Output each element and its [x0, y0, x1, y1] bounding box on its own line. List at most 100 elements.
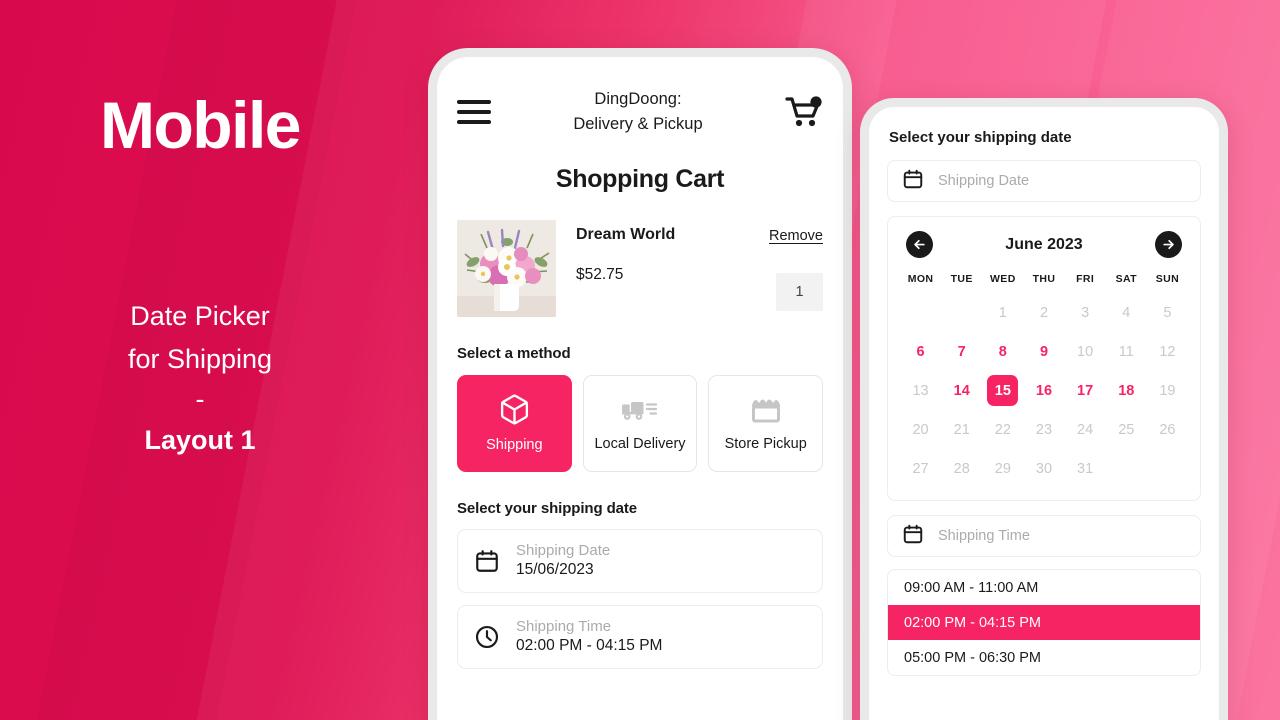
calendar-month-label: June 2023	[1005, 235, 1083, 253]
time-slot-list: 09:00 AM - 11:00 AM 02:00 PM - 04:15 PM 05…	[887, 569, 1201, 676]
calendar-day-16[interactable]: 16	[1023, 371, 1064, 410]
shipping-date-text: Shipping Date 15/06/2023	[516, 542, 610, 579]
shipping-date-placeholder: Shipping Date	[938, 173, 1030, 189]
arrow-right-circle-icon[interactable]	[1154, 231, 1182, 258]
calendar-weekday-thu: THU	[1032, 273, 1056, 285]
calendar-week-row: 20 21 22 23 24 25 26	[900, 410, 1188, 449]
calendar-day-18[interactable]: 18	[1106, 371, 1147, 410]
calendar-day-6[interactable]: 6	[900, 332, 941, 371]
arrow-left-circle-icon[interactable]	[906, 231, 933, 258]
calendar-icon	[474, 548, 500, 574]
select-method-label: Select a method	[457, 344, 571, 362]
clock-icon	[474, 624, 500, 650]
app-bar: DingDoong: Delivery & Pickup	[437, 57, 843, 137]
truck-icon	[622, 395, 658, 425]
phone-mockup-right: Select your shipping date Shipping Date …	[860, 98, 1228, 720]
store-icon	[750, 395, 782, 425]
calendar-day-30: 30	[1035, 460, 1053, 477]
remove-button[interactable]: Remove	[769, 228, 823, 244]
product-details: Dream World $52.75	[556, 220, 731, 284]
method-label-shipping: Shipping	[486, 437, 543, 453]
method-label-local-delivery: Local Delivery	[594, 435, 686, 452]
calendar-day-15[interactable]: 15	[982, 371, 1023, 410]
product-image	[457, 219, 556, 317]
calendar-day-12: 12	[1159, 343, 1176, 360]
calendar-day-27: 27	[912, 460, 929, 477]
calendar-day-10: 10	[1077, 343, 1094, 360]
shipping-time-field[interactable]: Shipping Time 02:00 PM - 04:15 PM	[457, 604, 823, 669]
method-option-local-delivery[interactable]: Local Delivery	[582, 374, 698, 472]
calendar-weekday-sat: SAT	[1115, 273, 1137, 285]
calendar-day-22: 22	[994, 421, 1011, 438]
calendar-icon	[902, 523, 924, 550]
shipping-time-value: 02:00 PM - 04:15 PM	[516, 637, 663, 654]
calendar-day-19: 19	[1159, 382, 1176, 399]
cart-screen: DingDoong: Delivery & Pickup Shopping Ca…	[437, 57, 843, 720]
calendar-weekday-sun: SUN	[1155, 273, 1180, 285]
calendar-week-row: 13 14 15 16 17 18 19	[900, 371, 1188, 410]
date-picker-screen: Select your shipping date Shipping Date …	[869, 107, 1219, 720]
shipping-time-text: Shipping Time 02:00 PM - 04:15 PM	[516, 618, 662, 655]
product-name: Dream World	[576, 225, 676, 243]
calendar-day-28: 28	[953, 460, 970, 477]
calendar-day-5: 5	[1163, 304, 1172, 321]
select-date-label: Select your shipping date	[457, 499, 638, 517]
phone-mockup-left: DingDoong: Delivery & Pickup Shopping Ca…	[428, 48, 852, 720]
calendar-widget: June 2023 MON TUE WED THU FRI SAT SUN 12 3 4 5 678…	[887, 216, 1201, 501]
time-slot-2[interactable]: 05:00 PM - 06:30 PM	[888, 640, 1200, 675]
date-picker-title: Select your shipping date	[889, 129, 1072, 146]
calendar-day-23: 23	[1035, 421, 1053, 438]
calendar-day-17[interactable]: 17	[1065, 371, 1106, 410]
time-slot-0[interactable]: 09:00 AM - 11:00 AM	[888, 570, 1200, 605]
hamburger-icon[interactable]	[457, 99, 491, 124]
shopping-cart-icon[interactable]	[785, 95, 823, 129]
calendar-day-3: 3	[1081, 304, 1090, 321]
cart-line-item: Dream World $52.75 Remove 1	[437, 219, 843, 317]
calendar-day-grid: 1 2 3 4 5 6 7 8 9 10 11 12 13 14 15 16 17 18 19 20 21 22 23 24 2…	[900, 293, 1188, 488]
calendar-weekday-mon: MON	[907, 273, 934, 285]
calendar-day-20: 20	[912, 421, 929, 438]
calendar-day-4: 4	[1122, 304, 1131, 321]
calendar-week-row: 27 28 29 30 31	[900, 449, 1188, 488]
calendar-day-24: 24	[1077, 421, 1094, 438]
shipping-date-value: 15/06/2023	[516, 561, 594, 578]
box-icon	[498, 393, 531, 426]
quantity-input[interactable]: 1	[776, 272, 823, 311]
calendar-day-2: 2	[1039, 304, 1049, 321]
calendar-day-7[interactable]: 7	[941, 332, 982, 371]
app-title-line-2: Delivery & Pickup	[573, 114, 703, 133]
shipping-time-placeholder: Shipping Time	[938, 528, 1030, 544]
calendar-day-31: 31	[1077, 460, 1094, 477]
calendar-header: June 2023	[900, 231, 1188, 258]
calendar-weekday-row: MON TUE WED THU FRI SAT SUN	[900, 273, 1188, 285]
calendar-weekday-fri: FRI	[1076, 273, 1095, 285]
calendar-day-21: 21	[953, 421, 970, 438]
method-label-store-pickup: Store Pickup	[724, 435, 807, 452]
shipping-time-input[interactable]: Shipping Time	[887, 515, 1201, 557]
calendar-weekday-tue: TUE	[950, 273, 973, 285]
method-selector: Shipping Local Delivery Store Pickup	[437, 374, 843, 472]
shipping-date-field[interactable]: Shipping Date 15/06/2023	[457, 528, 823, 593]
calendar-day-11: 11	[1118, 343, 1134, 360]
app-title: DingDoong: Delivery & Pickup	[491, 87, 785, 137]
page-title: Shopping Cart	[555, 164, 725, 193]
calendar-day-8[interactable]: 8	[982, 332, 1023, 371]
app-title-line-1: DingDoong:	[594, 90, 682, 108]
calendar-week-row: 1 2 3 4 5	[900, 293, 1188, 332]
calendar-day-14[interactable]: 14	[941, 371, 982, 410]
calendar-day-26: 26	[1159, 421, 1176, 438]
method-option-store-pickup[interactable]: Store Pickup	[708, 374, 824, 472]
calendar-day-13: 13	[912, 382, 929, 399]
shipping-time-placeholder: Shipping Time	[516, 618, 612, 635]
calendar-day-9[interactable]: 9	[1023, 332, 1064, 371]
time-slot-1[interactable]: 02:00 PM - 04:15 PM	[888, 605, 1200, 640]
shipping-date-placeholder: Shipping Date	[516, 542, 611, 559]
product-actions: Remove 1	[731, 220, 823, 311]
calendar-weekday-wed: WED	[990, 273, 1016, 285]
calendar-week-row: 6 7 8 9 10 11 12	[900, 332, 1188, 371]
product-price: $52.75	[576, 265, 624, 283]
shipping-date-input[interactable]: Shipping Date	[887, 160, 1201, 202]
calendar-icon	[902, 168, 924, 195]
method-option-shipping[interactable]: Shipping	[457, 374, 572, 472]
calendar-day-25: 25	[1118, 421, 1135, 438]
